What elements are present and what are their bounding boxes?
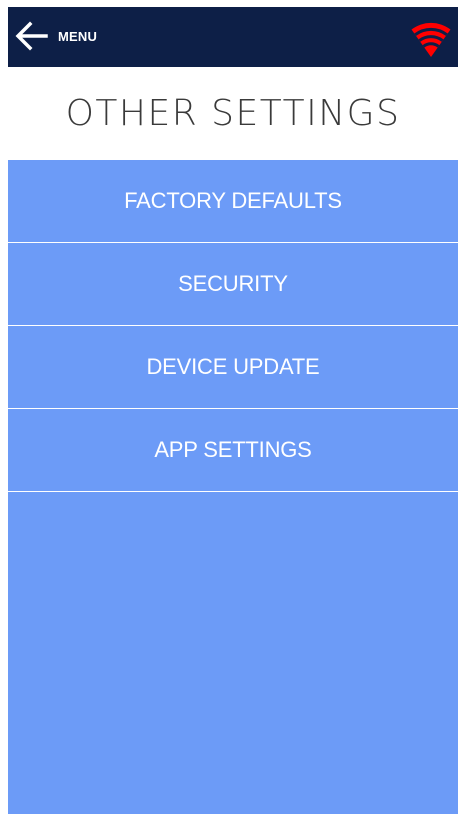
menu-item-factory-defaults[interactable]: FACTORY DEFAULTS bbox=[8, 160, 458, 243]
settings-menu-list: FACTORY DEFAULTS SECURITY DEVICE UPDATE … bbox=[8, 160, 458, 814]
app-screen: MENU OTHER SETTINGS FACTORY DEFAULTS SEC… bbox=[8, 7, 458, 814]
menu-item-app-settings[interactable]: APP SETTINGS bbox=[8, 409, 458, 492]
menu-item-security[interactable]: SECURITY bbox=[8, 243, 458, 326]
top-bar: MENU bbox=[8, 7, 458, 67]
wifi-icon bbox=[411, 22, 451, 57]
back-button[interactable] bbox=[14, 21, 48, 51]
arrow-left-icon bbox=[15, 21, 48, 51]
wifi-status-icon bbox=[410, 13, 452, 57]
menu-item-device-update[interactable]: DEVICE UPDATE bbox=[8, 326, 458, 409]
page-title: OTHER SETTINGS bbox=[65, 93, 401, 134]
menu-link[interactable]: MENU bbox=[58, 27, 97, 47]
